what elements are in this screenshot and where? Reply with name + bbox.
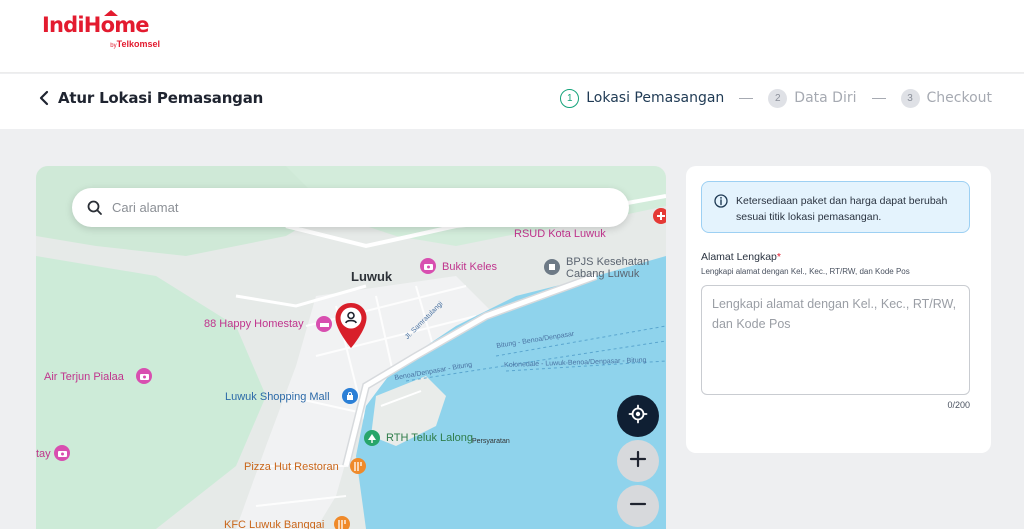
hospital-icon — [653, 208, 666, 224]
zoom-in-button[interactable] — [617, 440, 659, 482]
map-label-persyaratan: Persyaratan — [472, 438, 510, 445]
step-bar: Atur Lokasi Pemasangan 1 Lokasi Pemasang… — [0, 74, 1024, 129]
step-divider — [871, 97, 886, 99]
page-title: Atur Lokasi Pemasangan — [58, 89, 264, 107]
locate-me-button[interactable] — [617, 395, 659, 437]
restaurant-poi-icon — [350, 458, 366, 474]
map-label-rsud: RSUD Kota Luwuk — [514, 228, 606, 240]
map-label-waterfall: Air Terjun Pialaa — [44, 371, 124, 383]
logo-sub: byTelkomsel — [110, 39, 160, 49]
address-panel: Ketersediaan paket dan harga dapat berub… — [686, 166, 991, 453]
camera-poi-icon — [54, 445, 70, 461]
shopping-poi-icon — [342, 388, 358, 404]
minus-icon — [629, 495, 647, 518]
park-poi-icon — [364, 430, 380, 446]
back-button[interactable]: Atur Lokasi Pemasangan — [38, 86, 263, 110]
step-number: 2 — [768, 88, 788, 108]
info-icon — [714, 194, 728, 208]
step-number: 3 — [900, 88, 920, 108]
camera-poi-icon — [420, 258, 436, 274]
step-checkout: 3 Checkout — [900, 88, 993, 108]
plus-icon — [629, 450, 647, 473]
map-label-kfc: KFC Luwuk Banggai — [224, 519, 325, 529]
search-icon — [86, 199, 104, 217]
office-poi-icon — [544, 259, 560, 275]
indihome-logo[interactable]: IndiHome byTelkomsel — [42, 10, 162, 51]
zoom-out-button[interactable] — [617, 485, 659, 527]
full-address-textarea[interactable] — [701, 285, 970, 395]
search-input[interactable] — [112, 200, 592, 215]
address-search-bar[interactable] — [72, 188, 629, 227]
info-banner: Ketersediaan paket dan harga dapat berub… — [701, 181, 970, 233]
map-label-rth: RTH Teluk Lalong — [386, 432, 474, 444]
map-label-bpjs-branch: Cabang Luwuk — [566, 268, 640, 280]
character-counter: 0/200 — [947, 400, 970, 410]
step-label: Checkout — [926, 90, 993, 106]
logo-wordmark: IndiHome — [42, 13, 150, 37]
chevron-left-icon — [38, 88, 52, 108]
step-number: 1 — [560, 88, 580, 108]
map-label-mall: Luwuk Shopping Mall — [225, 391, 330, 403]
stepper: 1 Lokasi Pemasangan 2 Data Diri 3 Checko… — [560, 87, 992, 109]
map-label-homestay: 88 Happy Homestay — [204, 318, 304, 330]
logo-roof-icon — [104, 10, 118, 16]
step-divider — [739, 97, 754, 99]
locate-icon — [628, 404, 648, 429]
step-label: Data Diri — [794, 90, 857, 106]
map-label-pizza-hut: Pizza Hut Restoran — [244, 461, 339, 473]
restaurant-poi-icon — [334, 516, 350, 529]
step-label: Lokasi Pemasangan — [586, 90, 725, 106]
step-data-diri: 2 Data Diri — [768, 88, 857, 108]
map-pin-icon[interactable] — [334, 302, 368, 350]
hotel-poi-icon — [316, 316, 332, 332]
map-label-town: Luwuk — [351, 269, 393, 284]
step-lokasi: 1 Lokasi Pemasangan — [560, 88, 725, 108]
address-hint: Lengkapi alamat dengan Kel., Kec., RT/RW… — [701, 267, 910, 276]
map-label-bukit-keles: Bukit Keles — [442, 261, 498, 273]
required-mark: * — [776, 251, 781, 263]
map-label-bpjs: BPJS Kesehatan — [566, 256, 650, 268]
map-label-partial: tay — [36, 448, 51, 460]
camera-poi-icon — [136, 368, 152, 384]
address-label: Alamat Lengkap* — [701, 251, 781, 263]
info-text: Ketersediaan paket dan harga dapat berub… — [736, 195, 948, 223]
top-header: IndiHome byTelkomsel — [0, 0, 1024, 73]
